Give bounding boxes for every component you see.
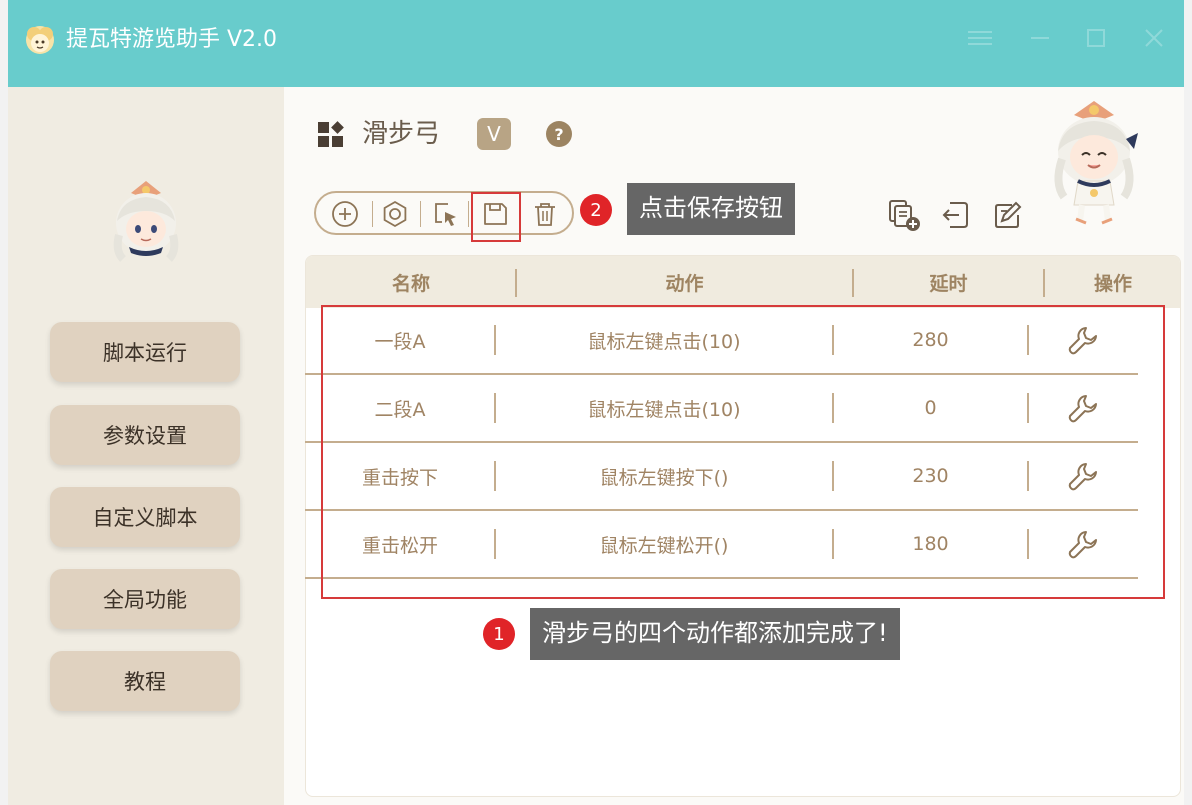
header-operation: 操作 (1093, 272, 1132, 295)
import-icon (942, 202, 968, 228)
help-icon[interactable]: ? (546, 121, 572, 147)
header-delay: 延时 (929, 272, 968, 295)
copy-add-button[interactable] (886, 197, 922, 233)
header-action: 动作 (665, 272, 704, 295)
trash-icon (535, 203, 555, 226)
cursor-select-icon (435, 203, 456, 226)
close-icon (1145, 29, 1163, 47)
menu-button[interactable] (960, 22, 1000, 54)
maximize-icon (1087, 29, 1105, 47)
app-window: 提瓦特游览助手 V2.0 脚本运行 参数设置 自定义脚本 全局功能 教程 滑步弓… (8, 0, 1184, 805)
import-button[interactable] (938, 197, 974, 233)
edit-export-button[interactable] (990, 197, 1026, 233)
add-circle-icon (332, 201, 358, 227)
settings-button[interactable] (380, 199, 410, 229)
page-title: 滑步弓 (362, 119, 441, 149)
done-tooltip: 滑步弓的四个动作都添加完成了! (530, 608, 900, 660)
delete-button[interactable] (530, 199, 560, 229)
toolbar-divider (372, 201, 373, 227)
nav-custom-script[interactable]: 自定义脚本 (50, 487, 240, 547)
table-header: 名称 动作 延时 操作 (306, 256, 1180, 308)
step-badge-1: 1 (483, 618, 515, 650)
header-name: 名称 (391, 272, 430, 295)
paimon-mascot-icon (1054, 101, 1138, 225)
select-button[interactable] (430, 199, 460, 229)
sidebar: 脚本运行 参数设置 自定义脚本 全局功能 教程 (8, 87, 284, 805)
settings-hexagon-icon (383, 200, 407, 228)
nav-script-run[interactable]: 脚本运行 (50, 322, 240, 382)
main-panel: 滑步弓 V ? 名称 动作 延时 操作 一段A 鼠标左键点击(10) 280 二… (284, 87, 1184, 805)
script-toolbar (314, 191, 574, 235)
title-bar[interactable]: 提瓦特游览助手 V2.0 (8, 0, 1184, 87)
save-tooltip: 点击保存按钮 (627, 183, 795, 235)
nav-global[interactable]: 全局功能 (50, 569, 240, 629)
toolbar-divider (420, 201, 421, 227)
add-button[interactable] (330, 199, 360, 229)
version-badge[interactable]: V (477, 118, 511, 150)
widgets-icon (318, 121, 344, 147)
app-logo-icon (26, 26, 54, 54)
menu-icon (968, 31, 992, 45)
paimon-avatar-icon (113, 181, 179, 262)
copy-add-icon (889, 200, 920, 231)
nav-params[interactable]: 参数设置 (50, 405, 240, 465)
app-title: 提瓦特游览助手 V2.0 (66, 27, 278, 52)
close-button[interactable] (1134, 22, 1174, 54)
minimize-icon (1031, 37, 1049, 39)
save-highlight-box (471, 192, 521, 242)
edit-export-icon (995, 201, 1022, 228)
nav-tutorial[interactable]: 教程 (50, 651, 240, 711)
minimize-button[interactable] (1020, 22, 1060, 54)
step-badge-2: 2 (580, 194, 612, 226)
maximize-button[interactable] (1076, 22, 1116, 54)
table-highlight-box (321, 305, 1165, 599)
toolbar-divider (468, 201, 469, 227)
